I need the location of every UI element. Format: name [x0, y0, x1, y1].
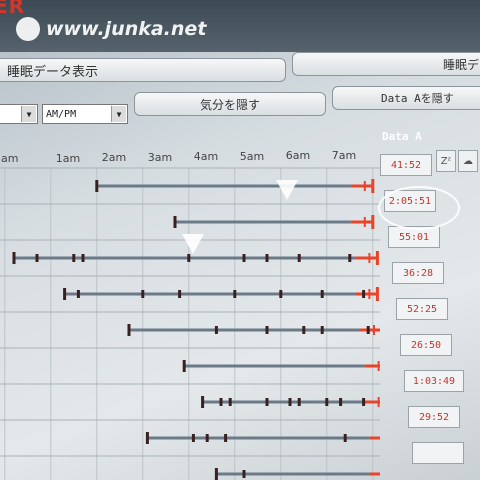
ampm-select[interactable]: AM/PM ▼ — [42, 104, 128, 124]
chevron-down-icon: ▼ — [21, 106, 36, 122]
data-a-cell: 52:25 — [396, 298, 448, 320]
right-sleep-data-button[interactable]: 睡眠デー — [292, 52, 480, 76]
watermark-logo-icon — [16, 17, 40, 41]
sleep-timeline-grid — [0, 167, 380, 480]
data-a-cell: 26:50 — [400, 334, 452, 356]
hide-mood-button[interactable]: 気分を隠す — [134, 92, 326, 116]
hide-data-a-button[interactable]: Data Aを隠す — [332, 86, 480, 110]
chevron-down-icon: ▼ — [111, 106, 126, 122]
data-a-cell: 1:03:49 — [404, 370, 464, 392]
left-select[interactable]: ▼ — [0, 104, 38, 124]
title-bar: ER www.junka.net — [0, 0, 480, 52]
data-a-cell — [412, 442, 464, 464]
data-a-cell: 41:52 — [380, 154, 432, 176]
watermark: www.junka.net — [16, 16, 206, 42]
ampm-value: AM/PM — [46, 108, 77, 120]
data-a-cell: 29:52 — [408, 406, 460, 428]
watermark-text: www.junka.net — [46, 18, 207, 40]
data-a-cell: 36:28 — [392, 262, 444, 284]
zz-icon[interactable]: Zᶻ — [436, 150, 456, 172]
sleep-data-view-button[interactable]: 睡眠データ表示 — [0, 58, 286, 82]
photo-screen: ER www.junka.net 睡眠データ表示 睡眠デー ▼ AM/PM ▼ … — [0, 0, 480, 480]
annotation-arrow-icon — [182, 234, 204, 254]
data-a-column-title: Data A — [382, 130, 422, 143]
annotation-arrow-icon — [276, 180, 298, 200]
cloud-icon[interactable]: ☁ — [458, 150, 478, 172]
annotation-circle — [378, 186, 460, 230]
